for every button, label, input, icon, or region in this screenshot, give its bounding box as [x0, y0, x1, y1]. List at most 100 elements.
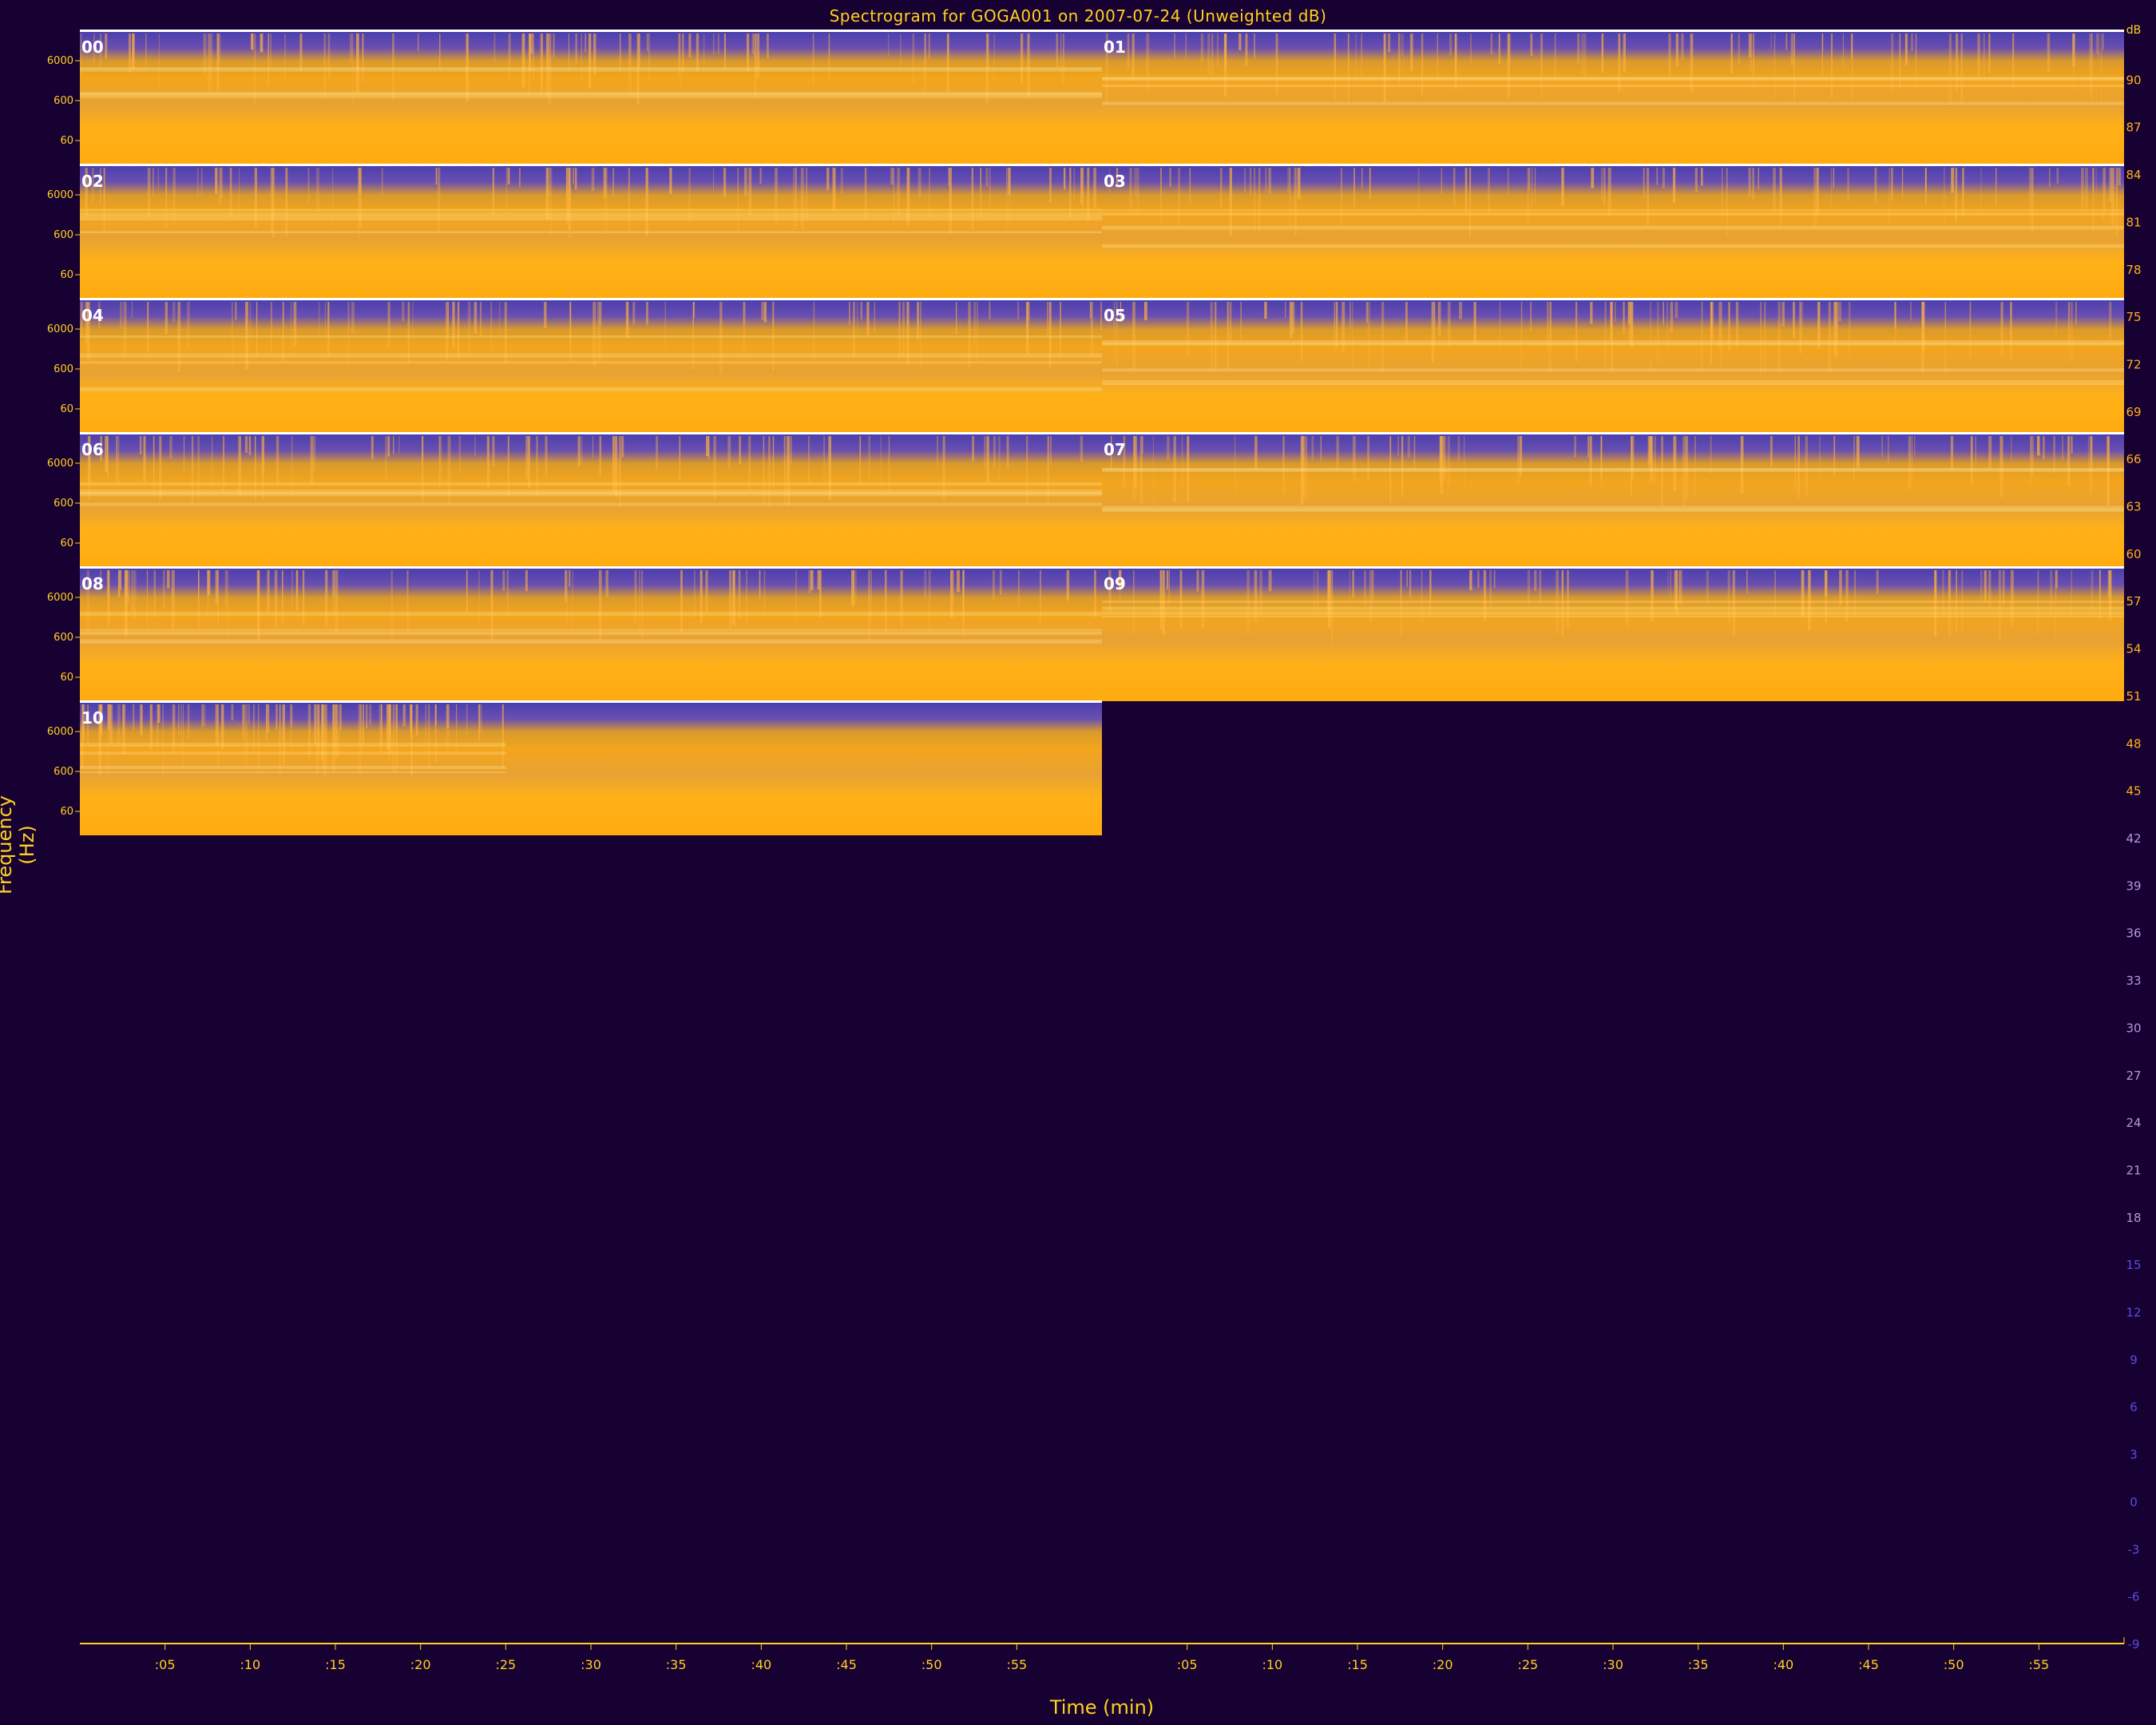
spectral-streak — [1470, 34, 1472, 64]
spectral-streak — [1229, 168, 1232, 236]
panel-label: 07 — [1104, 440, 1126, 459]
spectral-streak — [479, 704, 482, 733]
spectral-streak — [1816, 168, 1819, 216]
spectral-streak — [290, 302, 292, 358]
spectral-streak — [186, 302, 190, 348]
spectral-streak — [215, 570, 218, 605]
spectral-streak — [1134, 168, 1137, 196]
spectral-streak — [1383, 34, 1386, 102]
spectral-streak — [1587, 436, 1590, 458]
x-tick-label: :20 — [410, 1657, 431, 1672]
spectral-streak — [810, 570, 814, 590]
spectral-streak — [2118, 168, 2121, 186]
spectral-streak — [696, 34, 700, 73]
spectral-streak — [625, 302, 629, 338]
spectral-streak — [1441, 168, 1443, 195]
spectral-streak — [1459, 302, 1463, 319]
spectral-streak — [1447, 302, 1451, 347]
spectral-streak — [1353, 168, 1355, 208]
spectral-streak — [1517, 436, 1520, 485]
spectral-streak — [402, 302, 405, 322]
spectral-streak — [603, 168, 607, 199]
spectral-streak — [928, 34, 930, 60]
spectral-streak — [506, 570, 509, 616]
spectral-band — [80, 490, 1102, 494]
spectral-streak — [1349, 570, 1350, 606]
spectral-streak — [1530, 302, 1532, 332]
spectral-streak — [2092, 168, 2094, 232]
spectral-streak — [986, 436, 989, 482]
spectral-streak — [368, 704, 372, 725]
spectral-streak — [645, 168, 648, 236]
spectral-streak — [1738, 34, 1741, 64]
spectral-streak — [1607, 168, 1611, 216]
x-tick-label: :05 — [1177, 1657, 1198, 1672]
spectral-streak — [143, 436, 146, 482]
spectral-streak — [467, 302, 471, 355]
spectral-streak — [1735, 302, 1739, 347]
spectral-streak — [291, 570, 293, 611]
spectral-streak — [508, 34, 511, 81]
panel-02: 02 6000 600 60 — [47, 164, 1102, 299]
spectral-streak — [1530, 34, 1533, 57]
spectral-streak — [227, 570, 228, 637]
spectral-streak — [1437, 34, 1438, 78]
spectral-streak — [1779, 168, 1782, 228]
spectral-streak — [307, 168, 310, 204]
spectral-streak — [897, 168, 901, 215]
spectral-streak — [1196, 570, 1199, 592]
spectral-streak — [275, 704, 278, 730]
spectral-band — [80, 482, 1102, 486]
y-axis-label: Frequency (Hz) — [0, 795, 38, 894]
x-tick-label: :20 — [1433, 1657, 1453, 1672]
freq-tick-label: 60 — [60, 135, 73, 147]
spectral-streak — [303, 570, 305, 626]
spectral-streak — [266, 704, 268, 741]
colorbar-tick-label: 9 — [2130, 1353, 2138, 1367]
spectral-streak — [605, 570, 608, 597]
spectral-streak — [1018, 570, 1020, 607]
spectral-streak — [275, 436, 279, 484]
spectral-streak — [1988, 34, 1991, 73]
spectral-streak — [279, 704, 281, 747]
spectral-streak — [724, 34, 726, 70]
spectral-streak — [1146, 34, 1150, 94]
spectral-streak — [117, 436, 120, 484]
spectral-streak — [1048, 168, 1052, 203]
spectral-streak — [519, 168, 521, 188]
spectral-streak — [216, 34, 220, 90]
spectral-streak — [549, 168, 553, 236]
spectral-streak — [1048, 302, 1052, 368]
spectral-streak — [1752, 168, 1754, 200]
spectral-streak — [132, 34, 134, 69]
colorbar-tick-label: 48 — [2126, 736, 2141, 751]
spectral-streak — [998, 436, 1001, 481]
spectral-streak — [1773, 168, 1776, 212]
spectral-streak — [989, 302, 991, 320]
spectral-streak — [501, 704, 505, 770]
spectral-streak — [628, 168, 630, 232]
spectral-streak — [1656, 168, 1658, 185]
spectral-streak — [1174, 34, 1175, 59]
spectral-streak — [1821, 34, 1824, 80]
spectral-streak — [1265, 168, 1267, 192]
freq-tick-label: 600 — [54, 766, 73, 778]
spectral-streak — [817, 570, 820, 590]
spectral-streak — [898, 302, 901, 359]
spectral-streak — [1443, 436, 1446, 480]
colorbar-tick-label: 63 — [2126, 500, 2141, 514]
panel-label: 10 — [81, 708, 104, 728]
spectral-streak — [1611, 302, 1613, 354]
spectral-streak — [1178, 168, 1181, 227]
spectral-streak — [1129, 168, 1132, 211]
spectral-band — [80, 771, 506, 774]
spectral-streak — [581, 436, 583, 466]
spectral-streak — [1540, 34, 1543, 101]
spectral-streak — [957, 570, 960, 593]
colorbar-tick-label: 78 — [2126, 263, 2141, 277]
spectral-streak — [1706, 570, 1709, 605]
spectral-band — [80, 69, 1102, 72]
spectral-streak — [335, 704, 338, 759]
spectral-streak — [315, 168, 319, 212]
spectral-streak — [976, 302, 978, 363]
